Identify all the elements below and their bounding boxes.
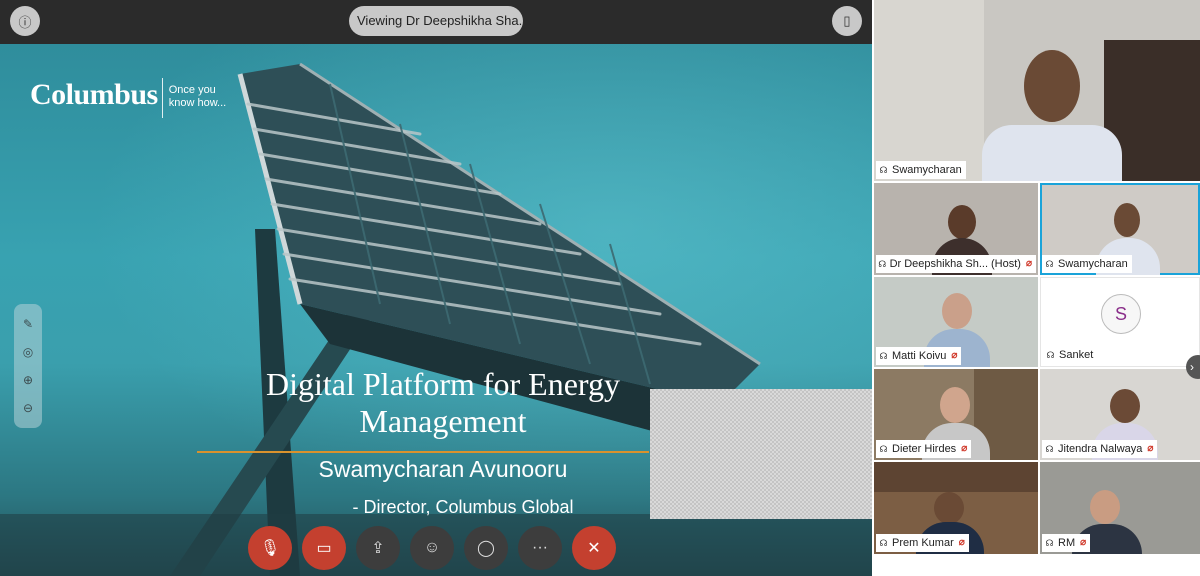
- title-divider: [197, 451, 649, 453]
- participant-name-tag: ☊ Dr Deepshikha Sh... (Host) ⌀: [876, 255, 1036, 273]
- audio-icon: ☊: [879, 165, 888, 175]
- participant-name: Swamycharan: [1058, 258, 1128, 270]
- audio-icon: ☊: [1045, 444, 1054, 454]
- participants-button[interactable]: ☺: [410, 526, 454, 570]
- pen-icon[interactable]: ✎: [18, 314, 38, 334]
- layout-toggle-icon[interactable]: ▯: [832, 6, 862, 36]
- presenter-role: - Director, Columbus Global: [352, 497, 574, 517]
- pointer-icon[interactable]: ◎: [18, 342, 38, 362]
- logo-divider: [161, 78, 163, 118]
- participant-name-tag: ☊ Jitendra Nalwaya ⌀: [1042, 440, 1158, 458]
- audio-icon: ☊: [879, 351, 888, 361]
- participant-name: Prem Kumar: [892, 537, 954, 549]
- annotation-toolbar: ✎ ◎ ⊕ ⊖: [14, 304, 42, 428]
- participant-name: Dr Deepshikha Sh...: [889, 258, 989, 270]
- participant-tile[interactable]: ☊ RM ⌀: [1040, 462, 1200, 554]
- mic-muted-icon: ⌀: [958, 537, 965, 548]
- participant-name-tag: ☊ RM ⌀: [1042, 534, 1091, 552]
- participant-name-tag: ☊ Dieter Hirdes ⌀: [876, 440, 972, 458]
- meeting-controls: 🎙 ▭ ⇪ ☺ ◯ ··· ✕: [248, 526, 616, 570]
- more-button[interactable]: ···: [518, 526, 562, 570]
- audio-icon: ☊: [1045, 538, 1054, 548]
- meeting-window: ⓘ Viewing Dr Deepshikha Sha... ▯ Columbu…: [0, 0, 1200, 576]
- slide-title: Digital Platform for Energy Management: [266, 366, 620, 439]
- participant-name-tag: ☊ Swamycharan: [1042, 255, 1132, 273]
- participant-name: Jitendra Nalwaya: [1058, 443, 1143, 455]
- audio-icon: ☊: [1046, 350, 1055, 360]
- participant-gallery: ☊ Swamycharan ☊ Dr Deepshikha Sh... (Hos…: [872, 0, 1200, 576]
- participant-tile[interactable]: ☊ Dr Deepshikha Sh... (Host) ⌀: [874, 183, 1038, 275]
- participants-icon: ☺: [423, 539, 441, 556]
- presenter-name: Swamycharan Avunooru: [318, 456, 568, 482]
- wall-panel: [874, 0, 984, 181]
- zoom-out-icon[interactable]: ⊖: [18, 398, 38, 418]
- mic-muted-icon: ⌀: [1025, 258, 1032, 269]
- mic-off-icon: 🎙: [259, 540, 281, 557]
- participant-name-tag: ☊ Sanket: [1043, 346, 1098, 364]
- participant-tile[interactable]: ☊ Matti Koivu ⌀: [874, 277, 1038, 367]
- share-icon: ⇪: [371, 540, 385, 557]
- mic-muted-icon: ⌀: [1147, 443, 1154, 454]
- active-speaker-tile[interactable]: ☊ Swamycharan: [874, 0, 1200, 181]
- chat-button[interactable]: ◯: [464, 526, 508, 570]
- mute-mic-button[interactable]: 🎙: [248, 526, 292, 570]
- top-bar: ⓘ Viewing Dr Deepshikha Sha... ▯: [0, 0, 872, 44]
- columbus-logo: Columbus Once you know how...: [30, 78, 229, 118]
- audio-icon: ☊: [879, 538, 888, 548]
- mic-muted-icon: ⌀: [951, 350, 958, 361]
- participant-name: RM: [1058, 537, 1076, 549]
- leave-button[interactable]: ✕: [572, 526, 616, 570]
- zoom-in-icon[interactable]: ⊕: [18, 370, 38, 390]
- info-icon[interactable]: ⓘ: [10, 6, 40, 36]
- self-video-placeholder[interactable]: [650, 389, 872, 519]
- participant-name-tag: ☊ Prem Kumar ⌀: [876, 534, 969, 552]
- shelf: [874, 462, 1038, 492]
- participant-name: Swamycharan: [892, 164, 962, 176]
- viewing-indicator[interactable]: Viewing Dr Deepshikha Sha...: [349, 6, 523, 36]
- participant-tile[interactable]: ☊ Jitendra Nalwaya ⌀: [1040, 369, 1200, 460]
- participant-name-tag: ☊ Matti Koivu ⌀: [876, 347, 962, 365]
- logo-wordmark: Columbus: [30, 78, 158, 111]
- shared-screen-area: ⓘ Viewing Dr Deepshikha Sha... ▯ Columbu…: [0, 0, 872, 576]
- stop-video-button[interactable]: ▭: [302, 526, 346, 570]
- participant-name: Sanket: [1059, 349, 1094, 361]
- logo-tagline: Once you know how...: [168, 84, 227, 109]
- more-icon: ···: [532, 539, 548, 556]
- participant-tile[interactable]: ☊ Dieter Hirdes ⌀: [874, 369, 1038, 460]
- participant-tile[interactable]: ☊ Swamycharan: [1040, 183, 1200, 275]
- audio-icon: ☊: [879, 444, 888, 454]
- share-button[interactable]: ⇪: [356, 526, 400, 570]
- audio-icon: ☊: [1045, 259, 1054, 269]
- video-off-icon: ▭: [316, 540, 332, 557]
- chat-icon: ◯: [477, 540, 495, 557]
- audio-icon: ☊: [878, 259, 887, 269]
- participant-tile[interactable]: ☊ Prem Kumar ⌀: [874, 462, 1038, 554]
- mic-muted-icon: ⌀: [1080, 537, 1087, 548]
- mic-muted-icon: ⌀: [961, 443, 968, 454]
- participant-name-tag: ☊ Swamycharan: [876, 161, 966, 179]
- close-icon: ✕: [587, 540, 601, 557]
- participant-tile[interactable]: S ☊ Sanket: [1040, 277, 1200, 367]
- participant-name: Matti Koivu: [892, 350, 947, 362]
- host-badge: (Host): [991, 258, 1021, 270]
- participant-name: Dieter Hirdes: [892, 443, 957, 455]
- avatar: S: [1101, 294, 1141, 334]
